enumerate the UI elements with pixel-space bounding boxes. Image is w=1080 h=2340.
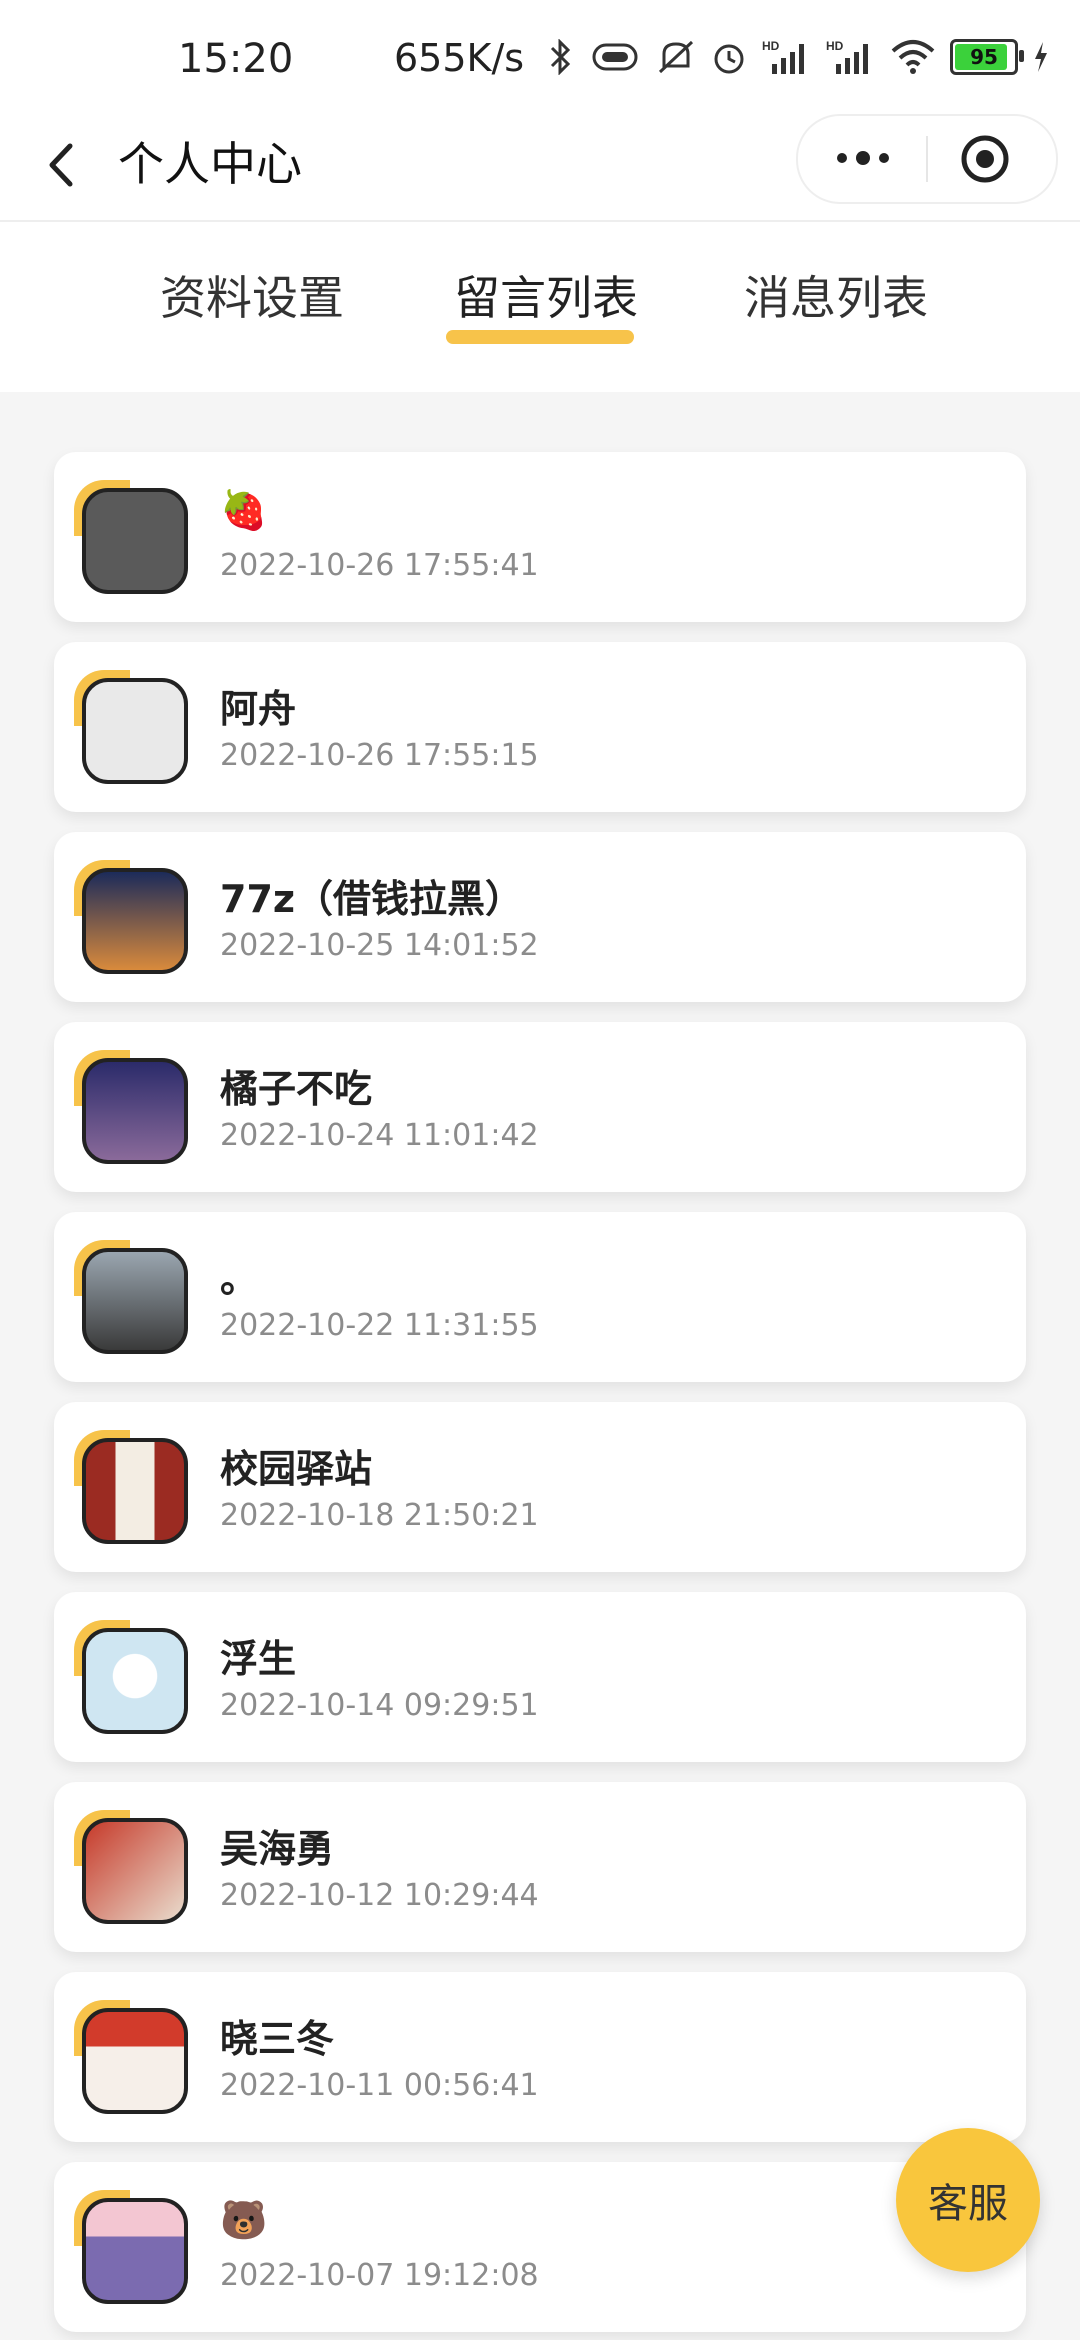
signal-hd-icon-1: HD [762, 39, 804, 74]
status-icons: HD HD 95 [548, 38, 1050, 76]
sender-name: 阿舟 [220, 687, 297, 731]
message-time: 2022-10-26 17:55:15 [220, 738, 539, 773]
list-item[interactable]: 阿舟 2022-10-26 17:55:15 [54, 642, 1026, 812]
signal-hd-icon-2: HD [826, 39, 868, 74]
nav-bar: 个人中心 [0, 110, 1080, 222]
status-time: 15:20 [178, 36, 294, 82]
more-icon[interactable] [828, 138, 898, 178]
tab-bar: 资料设置 留言列表 消息列表 [0, 222, 1080, 392]
avatar [74, 1620, 188, 1734]
avatar [74, 860, 188, 974]
sender-name: 。 [220, 1257, 259, 1301]
network-speed: 655K/s [394, 36, 525, 80]
svg-text:HD: HD [826, 39, 844, 53]
tab-notification-list[interactable]: 消息列表 [744, 262, 928, 328]
list-item[interactable]: 。 2022-10-22 11:31:55 [54, 1212, 1026, 1382]
sender-name: 🍓 [220, 488, 268, 532]
sender-name: 晓三冬 [220, 2017, 335, 2061]
avatar [74, 1050, 188, 1164]
message-time: 2022-10-26 17:55:41 [220, 548, 539, 583]
tab-message-list[interactable]: 留言列表 [454, 262, 638, 328]
close-target-icon[interactable] [958, 132, 1012, 186]
vibrate-icon [592, 43, 638, 71]
mute-icon [658, 40, 694, 74]
tab-profile-settings[interactable]: 资料设置 [160, 262, 344, 328]
charging-icon [1035, 42, 1047, 72]
message-time: 2022-10-07 19:12:08 [220, 2258, 539, 2293]
svg-text:HD: HD [762, 39, 780, 53]
active-tab-indicator [446, 330, 634, 344]
page-title: 个人中心 [118, 137, 302, 191]
list-item[interactable]: 橘子不吃 2022-10-24 11:01:42 [54, 1022, 1026, 1192]
alarm-icon [714, 44, 744, 74]
sender-name: 77z（借钱拉黑） [220, 877, 523, 921]
wifi-icon [891, 40, 935, 74]
list-item[interactable]: 77z（借钱拉黑） 2022-10-25 14:01:52 [54, 832, 1026, 1002]
avatar [74, 2190, 188, 2304]
battery-icon: 95 [950, 39, 1024, 75]
sender-name: 🐻 [220, 2198, 268, 2242]
avatar [74, 1430, 188, 1544]
avatar [74, 1240, 188, 1354]
message-time: 2022-10-14 09:29:51 [220, 1688, 539, 1723]
message-time: 2022-10-24 11:01:42 [220, 1118, 539, 1153]
mini-program-capsule [796, 114, 1058, 204]
avatar [74, 670, 188, 784]
sender-name: 校园驿站 [220, 1447, 373, 1491]
message-time: 2022-10-22 11:31:55 [220, 1308, 539, 1343]
customer-service-button[interactable]: 客服 [896, 2128, 1040, 2272]
list-item[interactable]: 吴海勇 2022-10-12 10:29:44 [54, 1782, 1026, 1952]
avatar [74, 2000, 188, 2114]
status-bar: 15:20 655K/s HD HD 95 [0, 0, 1080, 110]
list-item[interactable]: 晓三冬 2022-10-11 00:56:41 [54, 1972, 1026, 2142]
list-item[interactable]: 校园驿站 2022-10-18 21:50:21 [54, 1402, 1026, 1572]
message-time: 2022-10-12 10:29:44 [220, 1878, 539, 1913]
battery-level: 95 [970, 45, 998, 69]
list-item[interactable]: 浮生 2022-10-14 09:29:51 [54, 1592, 1026, 1762]
message-time: 2022-10-25 14:01:52 [220, 928, 539, 963]
list-item[interactable]: 🍓 2022-10-26 17:55:41 [54, 452, 1026, 622]
sender-name: 吴海勇 [220, 1827, 335, 1871]
sender-name: 橘子不吃 [220, 1067, 373, 1111]
list-item[interactable]: 🐻 2022-10-07 19:12:08 [54, 2162, 1026, 2332]
bluetooth-icon [550, 39, 571, 75]
message-time: 2022-10-11 00:56:41 [220, 2068, 539, 2103]
sender-name: 浮生 [220, 1637, 297, 1681]
avatar [74, 1810, 188, 1924]
message-time: 2022-10-18 21:50:21 [220, 1498, 539, 1533]
avatar [74, 480, 188, 594]
capsule-divider [926, 136, 928, 182]
back-icon[interactable] [34, 130, 94, 200]
